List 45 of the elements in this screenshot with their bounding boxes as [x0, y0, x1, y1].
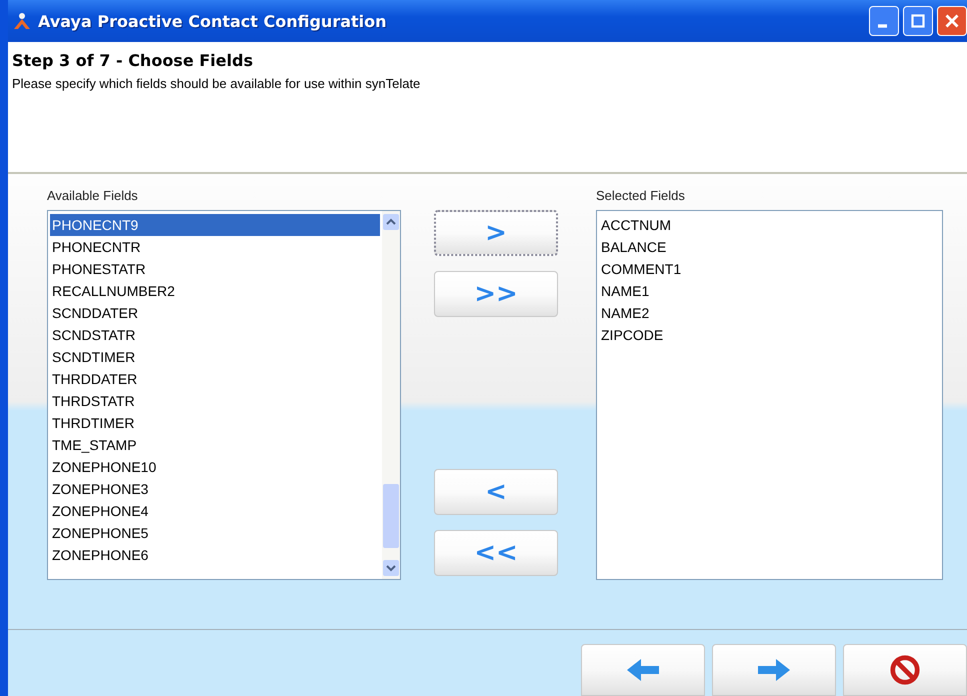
- move-button[interactable]: <<: [434, 530, 558, 576]
- list-label: Available Fields: [47, 188, 139, 205]
- minimize-button[interactable]: [869, 6, 899, 36]
- maximize-button[interactable]: [903, 6, 933, 36]
- list-item[interactable]: ACCTNUM: [599, 214, 940, 236]
- scroll-thumb[interactable]: [383, 484, 399, 548]
- back-button[interactable]: [581, 644, 705, 696]
- list-item[interactable]: THRDDATER: [50, 368, 380, 390]
- step-title: Step 3 of 7 - Choose Fields: [12, 51, 254, 70]
- window-title: Avaya Proactive Contact Configuration: [38, 12, 388, 30]
- scroll-down-icon[interactable]: [383, 559, 399, 577]
- list-item[interactable]: NAME1: [599, 280, 940, 302]
- list-item[interactable]: THRDTIMER: [50, 412, 380, 434]
- available-fields-list[interactable]: PHONECNT9 PHONECNTR PHONESTATR RECALLNUMBER2 SCNDDATER SCNDSTATR SCNDTIMER THRDDATER THRDSTATR THRDTIMER TME_STAMP ZONEPHONE10 ZONEPHONE3 ZONEPHONE4 ZONEPHONE5 ZONEPHONE6: [47, 210, 401, 580]
- close-button[interactable]: [937, 6, 967, 36]
- move-button[interactable]: <: [434, 469, 558, 515]
- move-button[interactable]: >: [434, 210, 558, 256]
- list-item[interactable]: ZONEPHONE5: [50, 522, 380, 544]
- list-item[interactable]: SCNDDATER: [50, 302, 380, 324]
- scroll-up-icon[interactable]: [383, 213, 399, 231]
- list-item[interactable]: ZONEPHONE4: [50, 500, 380, 522]
- list-item[interactable]: ZONEPHONE3: [50, 478, 380, 500]
- list-item[interactable]: THRDSTATR: [50, 390, 380, 412]
- scrollbar[interactable]: [382, 211, 400, 579]
- list-item[interactable]: SCNDSTATR: [50, 324, 380, 346]
- list-item[interactable]: ZONEPHONE10: [50, 456, 380, 478]
- minimize-icon: [878, 24, 887, 28]
- move-button[interactable]: >>: [434, 271, 558, 317]
- cancel-button[interactable]: [843, 644, 967, 696]
- next-button[interactable]: [712, 644, 836, 696]
- list-item[interactable]: RECALLNUMBER2: [50, 280, 380, 302]
- list-item[interactable]: BALANCE: [599, 236, 940, 258]
- list-item[interactable]: PHONECNT9: [50, 214, 380, 236]
- list-item[interactable]: PHONESTATR: [50, 258, 380, 280]
- list-item[interactable]: SCNDTIMER: [50, 346, 380, 368]
- list-item[interactable]: ZONEPHONE6: [50, 544, 380, 566]
- list-item[interactable]: NAME2: [599, 302, 940, 324]
- list-item[interactable]: COMMENT1: [599, 258, 940, 280]
- list-item[interactable]: TME_STAMP: [50, 434, 380, 456]
- person-logo-icon: [12, 11, 32, 31]
- list-item[interactable]: PHONECNTR: [50, 236, 380, 258]
- selected-fields-list[interactable]: ACCTNUM BALANCE COMMENT1 NAME1 NAME2 ZIPCODE: [596, 210, 943, 580]
- step-description: Please specify which fields should be available for use within synTelate: [12, 76, 422, 91]
- list-label: Selected Fields: [596, 188, 686, 205]
- list-item[interactable]: ZIPCODE: [599, 324, 940, 346]
